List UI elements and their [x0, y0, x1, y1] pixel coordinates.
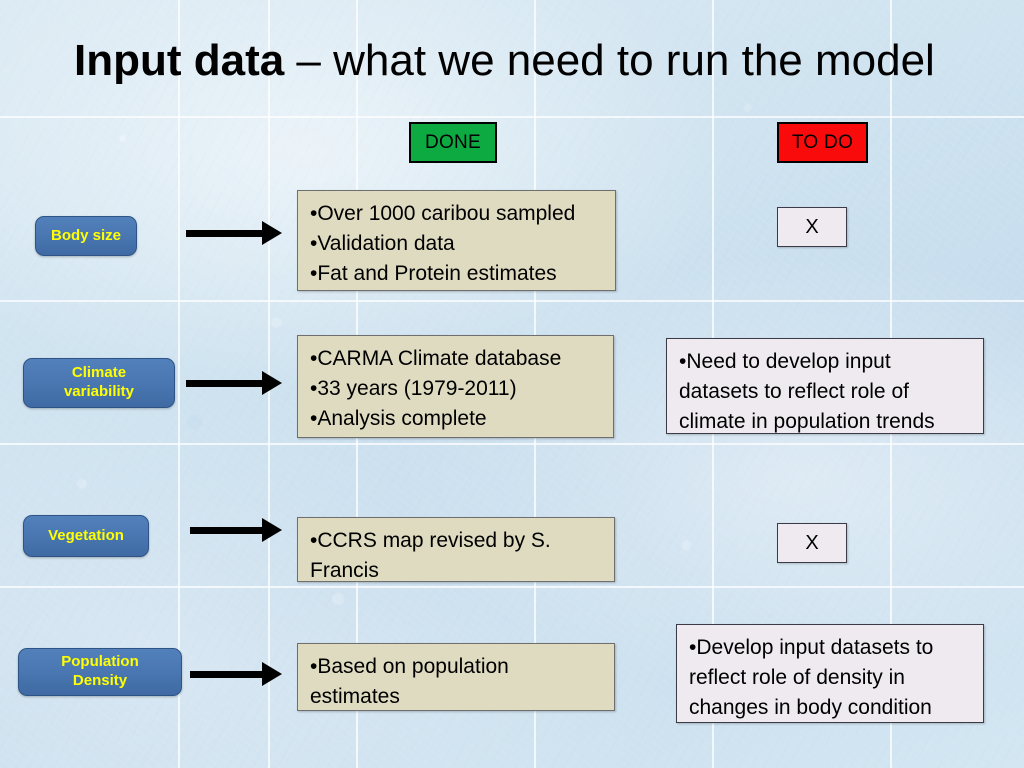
arrow-shaft — [190, 527, 264, 534]
status-badge-done: DONE — [409, 122, 497, 163]
arrow-head — [262, 221, 282, 245]
background-grid-line-h2 — [0, 300, 1024, 302]
arrow-shaft — [186, 380, 264, 387]
todo-placeholder-text: X — [805, 215, 819, 238]
done-box-climate-variability: •CARMA Climate database •33 years (1979-… — [297, 335, 614, 438]
status-badge-todo-label: TO DO — [791, 131, 854, 153]
driver-label-vegetation[interactable]: Vegetation — [23, 515, 149, 557]
driver-label-line-1: Population — [61, 653, 139, 671]
done-box-line: •CARMA Climate database — [310, 347, 562, 370]
flow-arrow-row-0 — [186, 221, 282, 245]
driver-label-population-density-text: Population Density — [61, 653, 139, 691]
driver-label-climate-variability[interactable]: Climate variability — [23, 358, 175, 408]
done-box-line: •CCRS map revised by S. Francis — [310, 529, 551, 582]
driver-label-body-size-text: Body size — [50, 226, 122, 244]
done-box-population-density: •Based on population estimates — [297, 643, 615, 711]
page-title: Input data – what we need to run the mod… — [74, 36, 935, 85]
done-box-line: •Fat and Protein estimates — [310, 261, 557, 285]
background-grid-line-h4 — [0, 586, 1024, 588]
flow-arrow-row-1 — [186, 371, 282, 395]
todo-placeholder-body-size: X — [777, 207, 847, 247]
page-title-subtext: – what we need to run the model — [284, 36, 935, 85]
todo-placeholder-vegetation: X — [777, 523, 847, 563]
done-box-line: •Based on population estimates — [310, 655, 509, 708]
driver-label-body-size[interactable]: Body size — [35, 216, 137, 256]
driver-label-line-2: variability — [63, 383, 135, 400]
status-badge-done-label: DONE — [424, 131, 482, 153]
todo-placeholder-text: X — [805, 531, 819, 554]
todo-box-climate-variability: •Need to develop input datasets to refle… — [666, 338, 984, 434]
done-box-line: •Analysis complete — [310, 406, 487, 430]
driver-label-vegetation-text: Vegetation — [48, 526, 124, 544]
done-box-line: •Over 1000 caribou sampled — [310, 202, 576, 225]
done-box-vegetation: •CCRS map revised by S. Francis — [297, 517, 615, 582]
driver-label-line-2: Density — [72, 672, 128, 689]
driver-label-climate-variability-text: Climate variability — [64, 364, 134, 402]
todo-box-population-density: •Develop input datasets to reflect role … — [676, 624, 984, 723]
driver-label-population-density[interactable]: Population Density — [18, 648, 182, 696]
flow-arrow-row-3 — [190, 662, 282, 686]
arrow-shaft — [186, 230, 264, 237]
arrow-head — [262, 371, 282, 395]
page-title-emphasis: Input data — [74, 36, 285, 85]
driver-label-line-1: Climate — [71, 364, 127, 382]
background-grid-line-h1 — [0, 116, 1024, 118]
done-box-body-size: •Over 1000 caribou sampled •Validation d… — [297, 190, 616, 291]
flow-arrow-row-2 — [190, 518, 282, 542]
status-badge-todo: TO DO — [777, 122, 868, 163]
done-box-line: •Validation data — [310, 231, 455, 255]
background-grid-line-h3 — [0, 443, 1024, 445]
arrow-shaft — [190, 671, 264, 678]
arrow-head — [262, 518, 282, 542]
done-box-line: •33 years (1979-2011) — [310, 376, 517, 400]
arrow-head — [262, 662, 282, 686]
slide-canvas: Input data – what we need to run the mod… — [0, 0, 1024, 768]
